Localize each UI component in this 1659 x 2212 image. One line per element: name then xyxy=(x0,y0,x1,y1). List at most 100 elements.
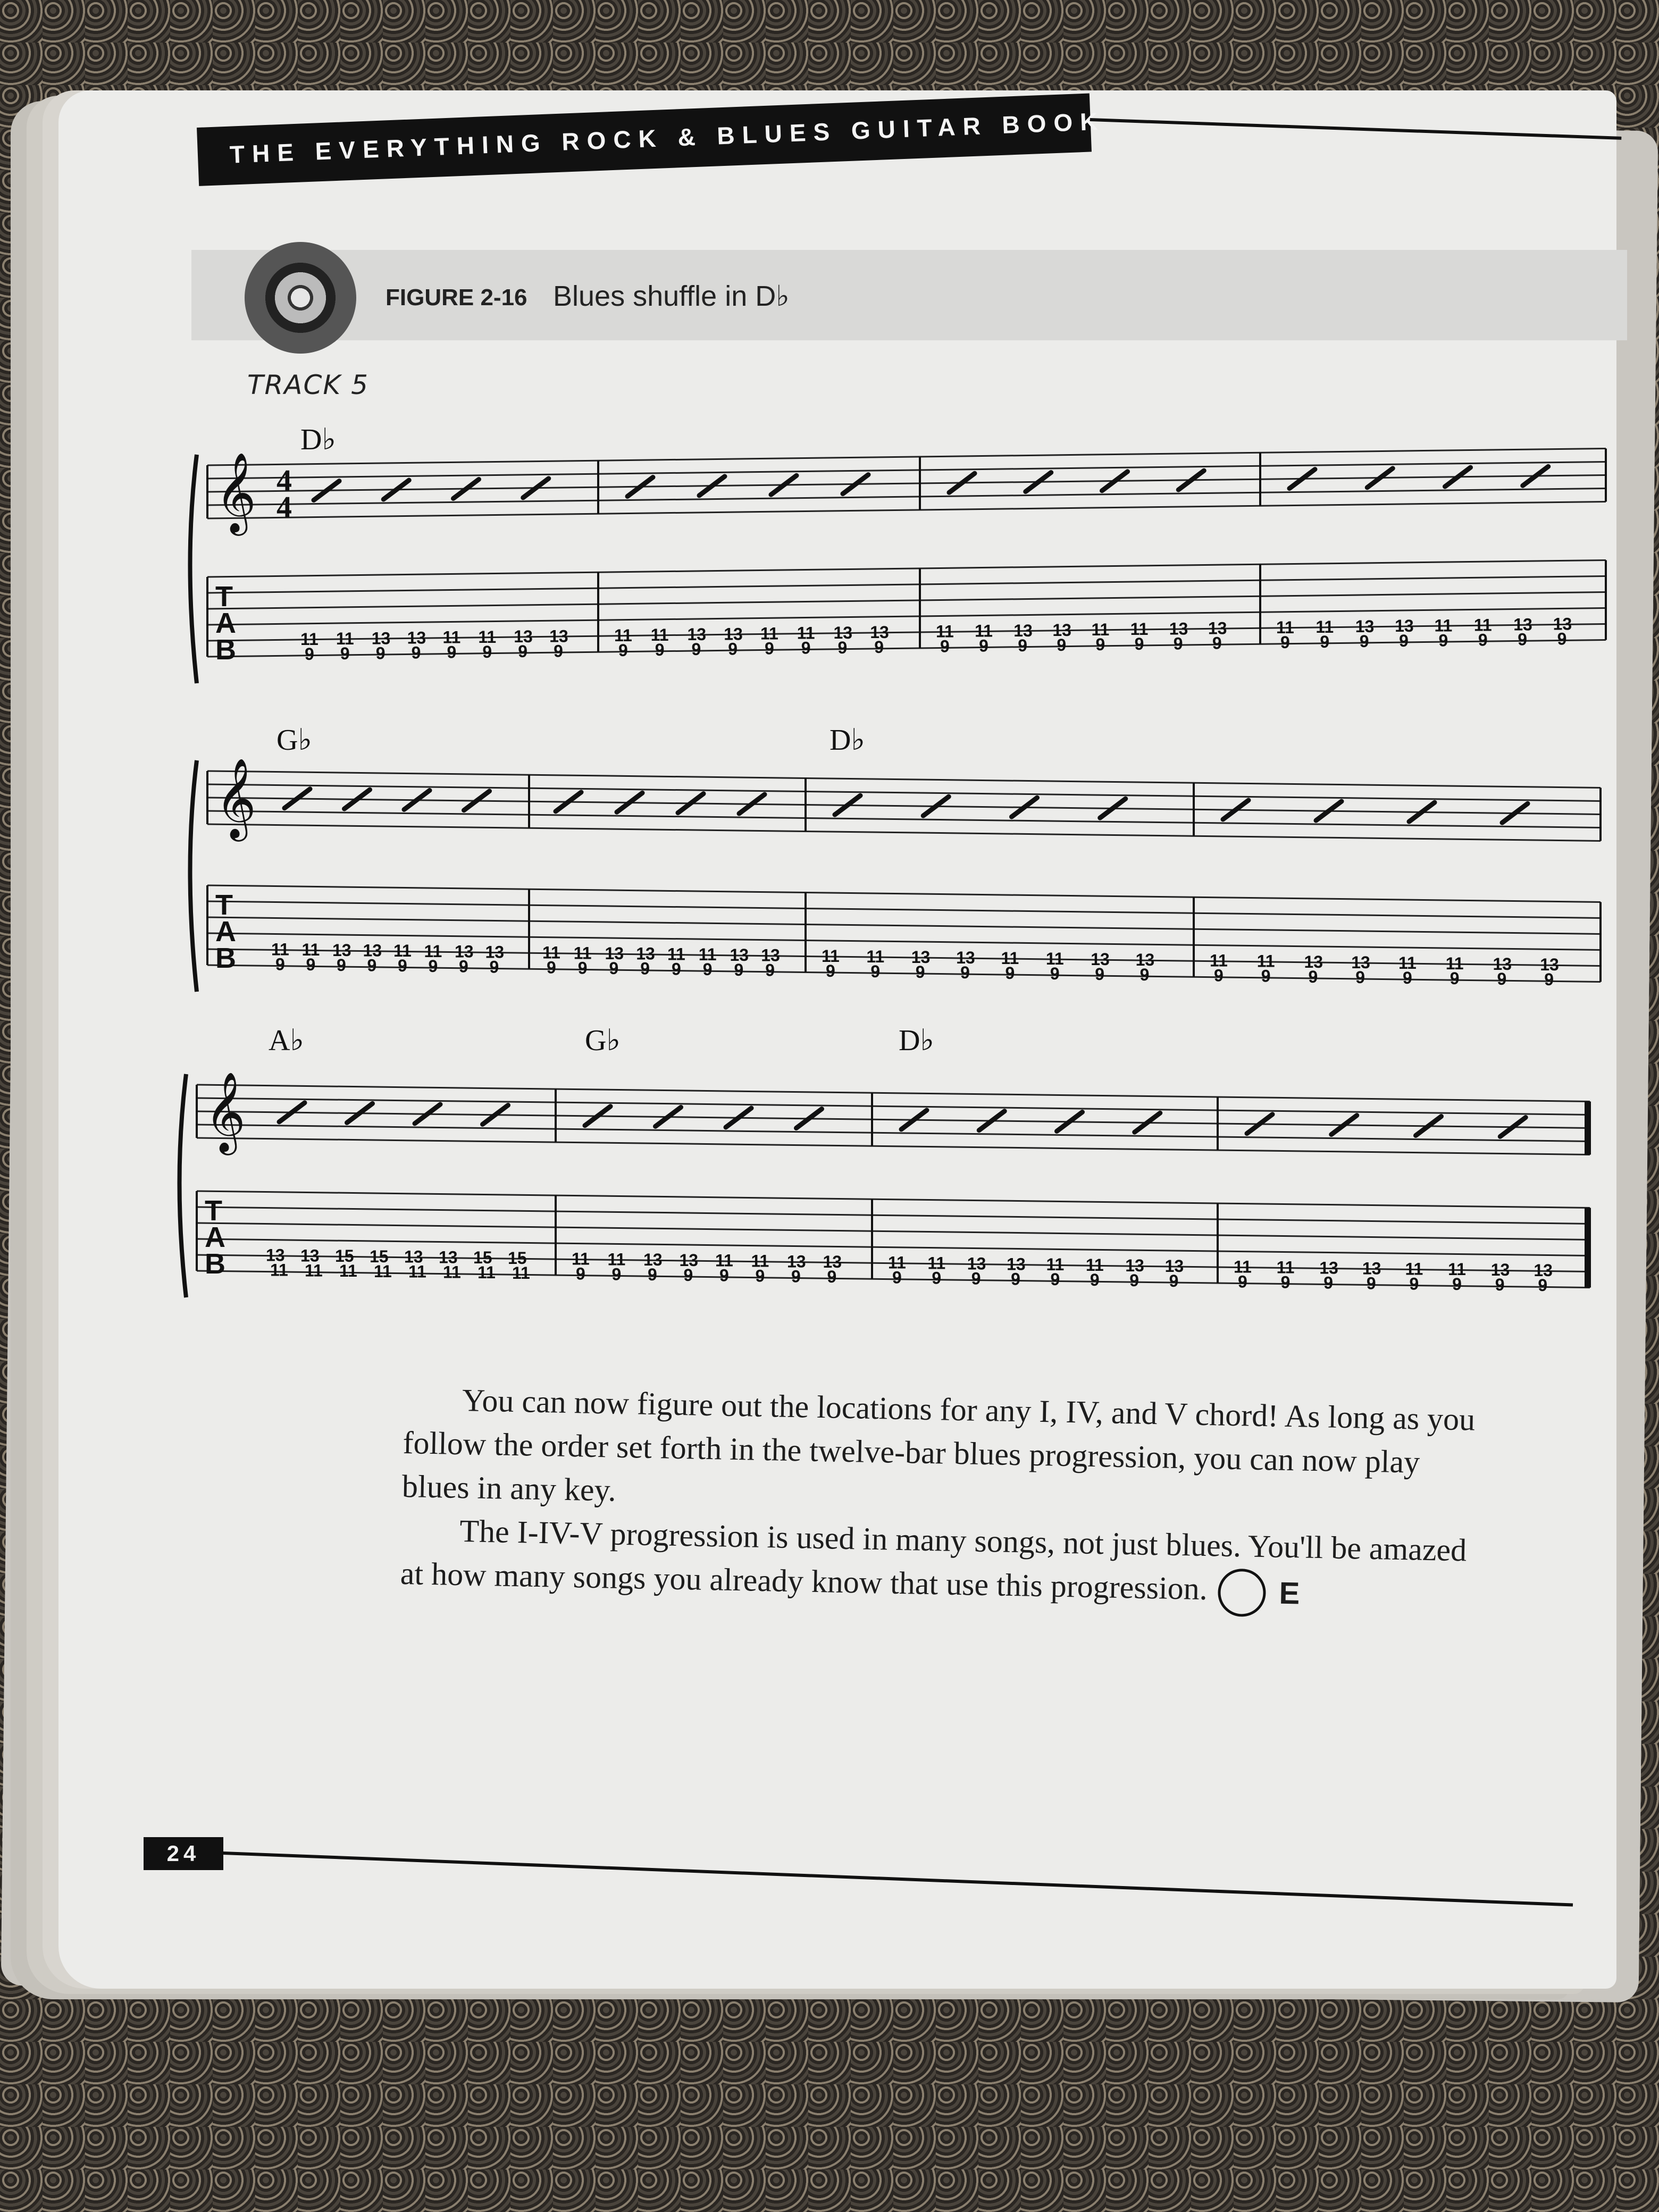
treble-clef: 𝄞 xyxy=(215,451,256,536)
fret-number: 9 xyxy=(765,960,775,979)
fret-number: 9 xyxy=(892,1268,902,1287)
fret-number: 9 xyxy=(1214,966,1224,985)
fret-number: 9 xyxy=(979,636,988,656)
tab-line xyxy=(196,1190,1590,1209)
fret-number: 9 xyxy=(1497,969,1507,988)
fret-number: 9 xyxy=(1557,630,1567,649)
fret-number: 9 xyxy=(1355,968,1365,987)
fret-number: 9 xyxy=(337,956,346,975)
fret-number: 9 xyxy=(1261,967,1271,986)
fret-number: 9 xyxy=(765,639,774,658)
fret-number: 9 xyxy=(1478,630,1488,649)
tab-letter: B xyxy=(205,1248,225,1280)
fret-number: 9 xyxy=(1450,969,1460,988)
fret-number: 9 xyxy=(791,1267,801,1286)
tab-line xyxy=(207,932,1601,951)
fret-number: 9 xyxy=(1238,1272,1247,1291)
fret-number: 9 xyxy=(490,957,499,976)
fret-number: 11 xyxy=(339,1261,357,1280)
fret-number: 9 xyxy=(1410,1274,1419,1293)
fret-number: 9 xyxy=(1518,630,1527,649)
fret-number: 9 xyxy=(1174,634,1183,653)
staff-line xyxy=(207,810,1601,828)
fret-number: 9 xyxy=(367,956,377,975)
fret-number: 9 xyxy=(1006,963,1015,983)
fret-number: 9 xyxy=(518,642,527,661)
fret-number: 9 xyxy=(612,1264,622,1284)
fret-number: 9 xyxy=(1095,965,1104,984)
fret-number: 9 xyxy=(376,643,386,663)
fret-number: 9 xyxy=(756,1267,765,1286)
chord-name: D♭ xyxy=(300,423,336,456)
fret-number: 9 xyxy=(1309,967,1318,986)
fret-number: 9 xyxy=(305,644,314,664)
fret-number: 9 xyxy=(275,954,285,974)
tab-letter: B xyxy=(215,942,236,974)
staff-line xyxy=(196,1110,1590,1129)
fret-number: 9 xyxy=(554,641,563,660)
fret-number: 9 xyxy=(1360,632,1369,651)
fret-number: 11 xyxy=(270,1261,288,1280)
tab-line xyxy=(207,575,1606,594)
tab-line xyxy=(207,884,1601,903)
fret-number: 9 xyxy=(655,640,665,659)
fret-number: 9 xyxy=(576,1264,585,1283)
music-score: 𝄞 44TABD♭11911913913911911913913911911913… xyxy=(177,423,1607,1298)
fret-number: 9 xyxy=(398,956,407,975)
fret-number: 9 xyxy=(827,1267,837,1286)
fret-number: 11 xyxy=(408,1262,426,1281)
staff-line xyxy=(207,770,1601,789)
fret-number: 9 xyxy=(870,962,880,981)
fret-number: 9 xyxy=(429,957,438,976)
fret-number: 9 xyxy=(826,961,835,981)
fret-number: 9 xyxy=(1011,1269,1020,1288)
fret-number: 9 xyxy=(692,640,701,659)
fret-number: 11 xyxy=(443,1262,461,1281)
final-barline xyxy=(1585,1101,1590,1155)
fret-number: 9 xyxy=(306,955,316,974)
fret-number: 9 xyxy=(648,1265,657,1284)
fret-number: 9 xyxy=(1399,631,1409,650)
fret-number: 9 xyxy=(1018,636,1027,655)
fret-number: 9 xyxy=(1057,635,1066,655)
staff-line xyxy=(207,460,1606,480)
paragraph-2-text: The I-IV-V progression is used in many s… xyxy=(400,1513,1467,1607)
fret-number: 9 xyxy=(728,639,738,658)
fret-number: 11 xyxy=(512,1263,530,1283)
chord-name: G♭ xyxy=(276,724,312,757)
fret-number: 9 xyxy=(971,1269,981,1288)
fret-number: 9 xyxy=(1050,964,1060,983)
end-marker-icon: E xyxy=(1217,1568,1300,1618)
fret-number: 9 xyxy=(1403,968,1412,987)
fret-number: 9 xyxy=(672,959,681,978)
fret-number: 9 xyxy=(609,959,619,978)
staff-line xyxy=(196,1137,1590,1155)
tab-line xyxy=(196,1222,1590,1241)
fret-number: 9 xyxy=(734,960,744,979)
fret-number: 9 xyxy=(640,959,650,978)
fret-number: 9 xyxy=(916,962,925,982)
fret-number: 9 xyxy=(1323,1273,1333,1292)
fret-number: 9 xyxy=(482,642,492,661)
system-brace xyxy=(177,1074,188,1298)
fret-number: 9 xyxy=(1212,633,1222,652)
staff-line xyxy=(196,1097,1590,1116)
chord-name: D♭ xyxy=(830,724,865,757)
fret-number: 9 xyxy=(1090,1270,1100,1289)
staff-line xyxy=(207,487,1606,506)
fret-number: 9 xyxy=(1439,631,1448,650)
final-barline xyxy=(1585,1208,1590,1288)
fret-number: 9 xyxy=(618,641,628,660)
fret-number: 11 xyxy=(477,1263,496,1282)
tab-line xyxy=(207,916,1601,935)
fret-number: 9 xyxy=(1169,1271,1179,1291)
fret-number: 11 xyxy=(305,1261,323,1280)
fret-number: 9 xyxy=(874,638,884,657)
paragraph-1: You can now figure out the locations for… xyxy=(401,1382,1476,1508)
page-number: 24 xyxy=(144,1837,223,1870)
fret-number: 9 xyxy=(1495,1275,1505,1294)
tab-line xyxy=(207,900,1601,919)
tab-line xyxy=(207,964,1601,983)
fret-number: 9 xyxy=(1320,632,1329,651)
fret-number: 9 xyxy=(1129,1271,1139,1290)
